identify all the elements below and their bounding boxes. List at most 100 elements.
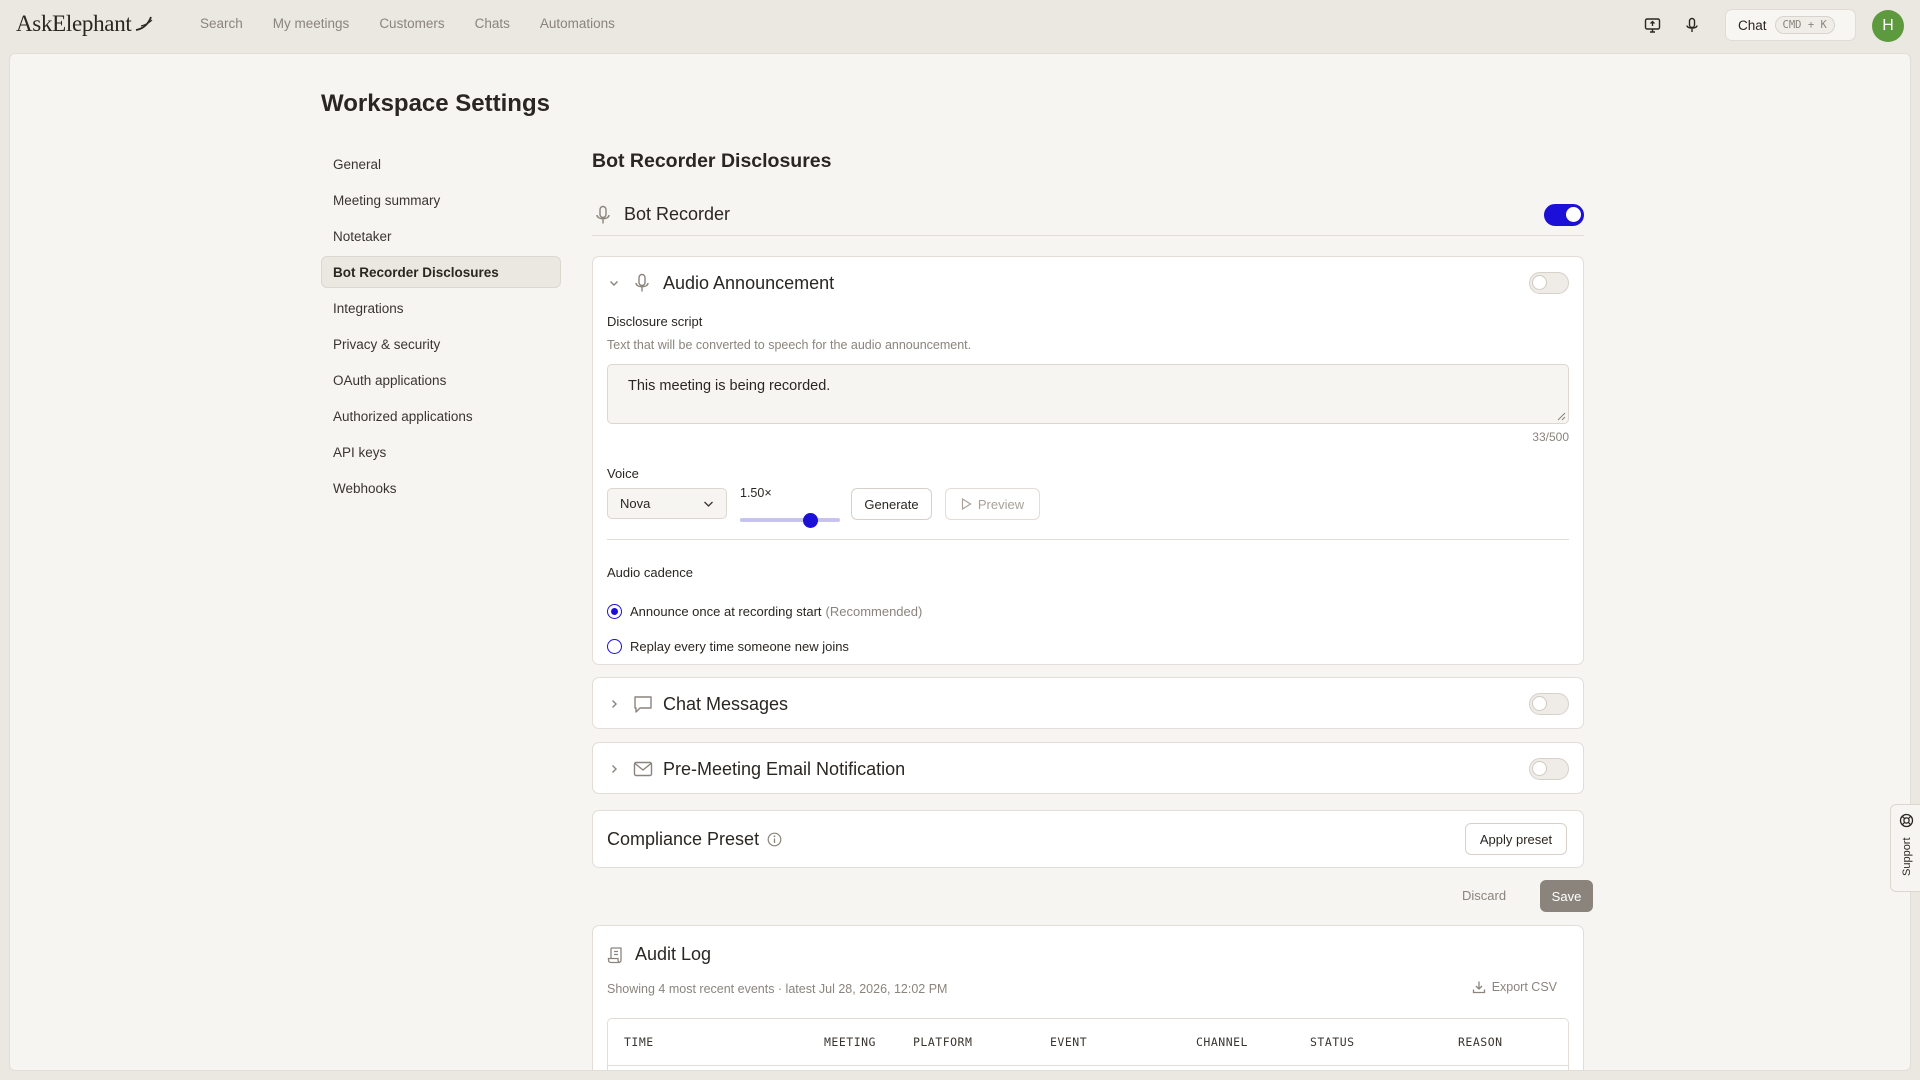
sidebar-item-api-keys[interactable]: API keys — [321, 436, 561, 468]
audit-log-title: Audit Log — [635, 944, 712, 964]
compliance-preset-header: Compliance Preset — [607, 829, 782, 850]
app-logo-text: AskElephant — [16, 11, 132, 36]
chevron-right-icon[interactable] — [607, 762, 621, 776]
sidebar-item-authorized-applications[interactable]: Authorized applications — [321, 400, 561, 432]
audit-log-header: Audit Log — [607, 944, 711, 965]
cadence-option-once[interactable]: Announce once at recording start (Recomm… — [607, 604, 922, 619]
column-header-platform[interactable]: PLATFORM — [913, 1035, 972, 1049]
audit-log-table: TIME MEETING PLATFORM EVENT CHANNEL STAT… — [607, 1018, 1569, 1070]
preview-button-label: Preview — [977, 496, 1025, 512]
toggle-knob — [1532, 696, 1547, 711]
cadence-option-label: Announce once at recording start — [630, 604, 822, 619]
generate-button[interactable]: Generate — [851, 488, 932, 520]
audit-log-card: Audit Log Showing 4 most recent events ·… — [592, 925, 1584, 1070]
disclosure-script-label: Disclosure script — [607, 314, 703, 329]
column-header-channel[interactable]: CHANNEL — [1196, 1035, 1248, 1049]
export-csv-label: Export CSV — [1491, 980, 1557, 994]
support-tab[interactable]: Support — [1890, 804, 1920, 892]
sidebar-item-notetaker[interactable]: Notetaker — [321, 220, 561, 252]
info-icon[interactable] — [767, 832, 782, 847]
column-header-meeting[interactable]: MEETING — [824, 1035, 876, 1049]
audio-announcement-card: Audio Announcement Disclosure script Tex… — [592, 256, 1584, 665]
top-bar: AskElephant Search My meetings Customers… — [0, 0, 1920, 52]
nav-search[interactable]: Search — [200, 16, 243, 31]
lifebuoy-icon — [1899, 813, 1914, 828]
apply-preset-button[interactable]: Apply preset — [1465, 823, 1567, 855]
sidebar-item-webhooks[interactable]: Webhooks — [321, 472, 561, 504]
audio-announcement-toggle[interactable] — [1529, 272, 1569, 294]
chat-bubble-icon — [633, 695, 653, 714]
voice-select-value: Nova — [620, 496, 651, 511]
preview-button[interactable]: Preview — [945, 488, 1040, 520]
nav-my-meetings[interactable]: My meetings — [273, 16, 350, 31]
audio-announcement-header[interactable]: Audio Announcement — [593, 257, 1583, 309]
sidebar-item-oauth-applications[interactable]: OAuth applications — [321, 364, 561, 396]
chat-messages-card: Chat Messages — [592, 677, 1584, 729]
nav-automations[interactable]: Automations — [540, 16, 615, 31]
character-counter: 33/500 — [1532, 430, 1569, 444]
column-header-time[interactable]: TIME — [624, 1035, 654, 1049]
chevron-down-icon — [704, 501, 713, 507]
avatar[interactable]: H — [1872, 10, 1904, 42]
section-title: Bot Recorder Disclosures — [592, 150, 832, 172]
audio-cadence-label: Audio cadence — [607, 565, 694, 580]
compliance-preset-title: Compliance Preset — [607, 829, 760, 849]
recommended-note: (Recommended) — [825, 604, 923, 619]
speed-slider[interactable] — [740, 513, 840, 528]
app-logo[interactable]: AskElephant — [16, 11, 154, 37]
sidebar-item-meeting-summary[interactable]: Meeting summary — [321, 184, 561, 216]
elephant-logo-icon — [135, 16, 152, 31]
speed-value: 1.50× — [740, 486, 772, 500]
scroll-log-icon — [607, 946, 622, 963]
cadence-option-replay[interactable]: Replay every time someone new joins — [607, 639, 849, 654]
column-header-status[interactable]: STATUS — [1310, 1035, 1355, 1049]
microphone-icon — [596, 205, 610, 223]
disclosure-script-help: Text that will be converted to speech fo… — [607, 338, 972, 352]
nav-chats[interactable]: Chats — [475, 16, 510, 31]
audit-log-subtitle: Showing 4 most recent events · latest Ju… — [607, 982, 948, 996]
support-label: Support — [1901, 837, 1913, 876]
disclosure-script-input[interactable]: This meeting is being recorded. — [607, 364, 1569, 424]
sidebar-item-bot-recorder-disclosures[interactable]: Bot Recorder Disclosures — [321, 256, 561, 288]
voice-select[interactable]: Nova — [607, 488, 727, 519]
chat-messages-title: Chat Messages — [663, 693, 789, 714]
sidebar-item-general[interactable]: General — [321, 148, 561, 180]
microphone-icon — [633, 273, 651, 293]
main-nav: Search My meetings Customers Chats Autom… — [200, 16, 645, 31]
settings-sidebar: General Meeting summary Notetaker Bot Re… — [321, 148, 561, 508]
envelope-icon — [633, 761, 653, 777]
pre-meeting-email-card: Pre-Meeting Email Notification — [592, 742, 1584, 794]
radio-button[interactable] — [607, 604, 622, 619]
chat-button[interactable]: Chat CMD + K — [1725, 9, 1856, 41]
audio-announcement-title: Audio Announcement — [663, 272, 835, 293]
chat-messages-header[interactable]: Chat Messages — [593, 678, 1583, 730]
sidebar-item-privacy-security[interactable]: Privacy & security — [321, 328, 561, 360]
divider — [607, 539, 1569, 540]
chevron-down-icon[interactable] — [607, 276, 621, 290]
discard-button[interactable]: Discard — [1462, 888, 1506, 903]
pre-meeting-email-header[interactable]: Pre-Meeting Email Notification — [593, 743, 1583, 795]
resize-grip-icon[interactable] — [1557, 412, 1566, 421]
page-title: Workspace Settings — [321, 90, 550, 117]
bot-recorder-toggle[interactable] — [1544, 204, 1584, 226]
chevron-right-icon[interactable] — [607, 697, 621, 711]
slider-fill — [740, 518, 810, 522]
column-header-reason[interactable]: REASON — [1458, 1035, 1503, 1049]
radio-button[interactable] — [607, 639, 622, 654]
nav-customers[interactable]: Customers — [379, 16, 444, 31]
download-icon — [1472, 981, 1485, 994]
chat-shortcut-badge: CMD + K — [1774, 16, 1835, 34]
chat-messages-toggle[interactable] — [1529, 693, 1569, 715]
export-csv-button[interactable]: Export CSV — [1472, 980, 1557, 994]
toggle-knob — [1532, 275, 1547, 290]
cadence-option-label: Replay every time someone new joins — [630, 639, 849, 654]
microphone-icon[interactable] — [1681, 14, 1703, 36]
toggle-knob — [1532, 761, 1547, 776]
column-header-event[interactable]: EVENT — [1050, 1035, 1087, 1049]
pre-meeting-email-toggle[interactable] — [1529, 758, 1569, 780]
save-button[interactable]: Save — [1540, 880, 1593, 912]
sidebar-item-integrations[interactable]: Integrations — [321, 292, 561, 324]
slider-thumb[interactable] — [803, 513, 818, 528]
screen-record-icon[interactable] — [1641, 14, 1663, 36]
pre-meeting-email-title: Pre-Meeting Email Notification — [663, 758, 906, 779]
